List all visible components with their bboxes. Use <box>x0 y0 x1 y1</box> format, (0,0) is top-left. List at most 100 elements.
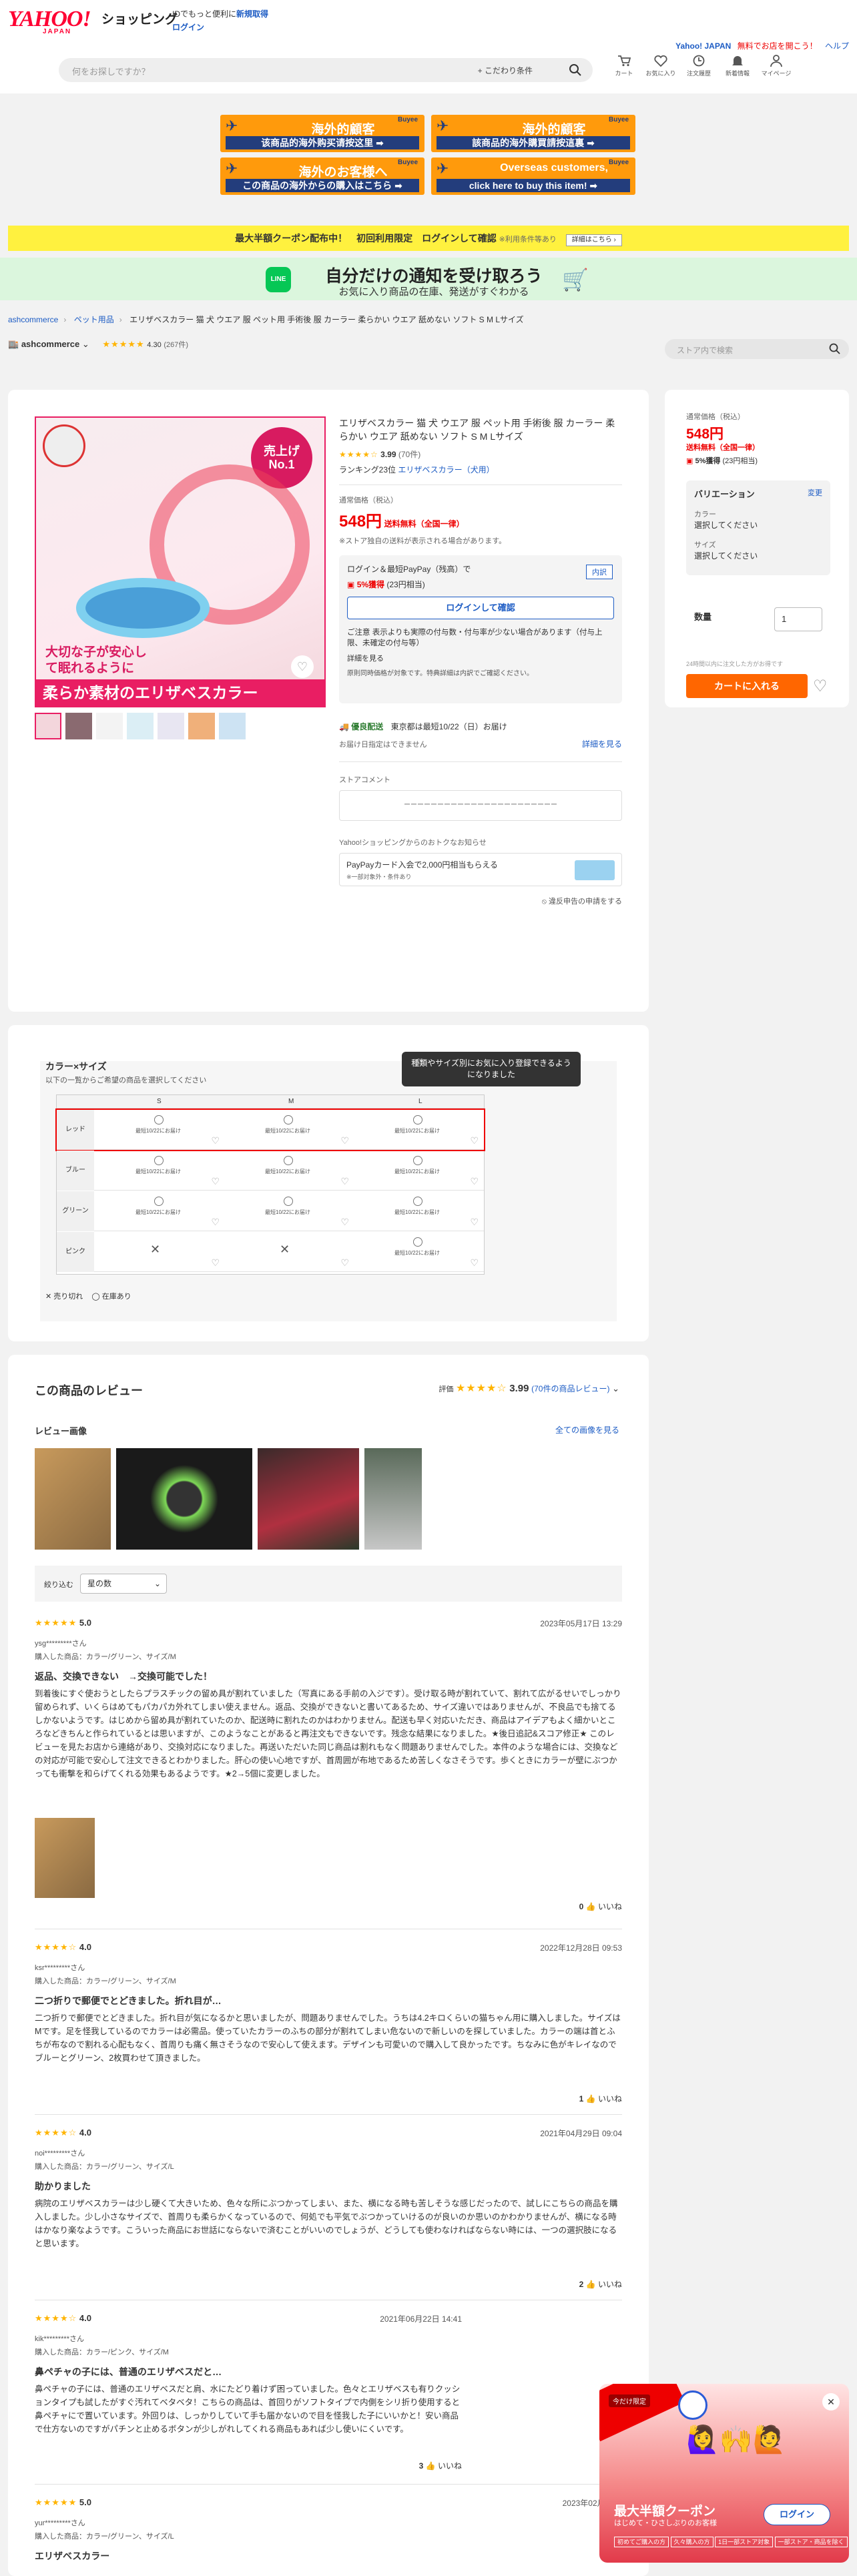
popup-login-button[interactable]: ログイン <box>764 2504 830 2525</box>
variation-cell[interactable]: 最短10/22にお届け ♡ <box>226 1151 353 1191</box>
thumbnail-4[interactable] <box>127 713 154 739</box>
heart-icon[interactable]: ♡ <box>211 1135 220 1147</box>
thumbnail-3[interactable] <box>96 713 123 739</box>
delivery-more-link[interactable]: 詳細を見る <box>582 738 622 749</box>
ranking-category-link[interactable]: エリザベスカラー（犬用） <box>398 465 494 474</box>
favorite-heart-icon[interactable]: ♡ <box>813 677 828 696</box>
heart-icon[interactable]: ♡ <box>211 1176 220 1187</box>
buyee-banner-cn-simplified[interactable]: ✈ Buyee 海外的顧客 该商品的海外购买请按这里 ➡ <box>220 115 424 152</box>
buyee-banner-cn-traditional[interactable]: ✈ Buyee 海外的顧客 該商品的海外購買請按這裏 ➡ <box>431 115 635 152</box>
heart-icon[interactable]: ♡ <box>470 1257 479 1269</box>
radio-button[interactable] <box>413 1197 422 1206</box>
all-images-link[interactable]: 全ての画像を見る <box>555 1424 619 1435</box>
variation-cell[interactable]: ✕ ♡ <box>97 1232 224 1272</box>
heart-icon[interactable]: ♡ <box>211 1257 220 1269</box>
buyee-banner-jp[interactable]: ✈ Buyee 海外のお客様へ この商品の海外からの購入はこちら ➡ <box>220 157 424 195</box>
search-icon[interactable] <box>829 343 841 357</box>
close-icon[interactable]: ✕ <box>822 2393 840 2410</box>
radio-button[interactable] <box>154 1115 164 1124</box>
radio-button[interactable] <box>284 1115 293 1124</box>
color-select[interactable]: 選択してください <box>694 519 758 531</box>
points-detail-button[interactable]: 内訳 <box>586 565 613 579</box>
heart-icon[interactable]: ♡ <box>340 1176 349 1187</box>
heart-icon[interactable]: ♡ <box>470 1217 479 1228</box>
product-main-image[interactable]: 売上げ No.1 大切な子が安心して眠れるように 柔らか素材のエリザベスカラー … <box>35 416 326 707</box>
history-nav[interactable]: 注文履歴 <box>682 55 716 77</box>
news-nav[interactable]: 新着情報 <box>721 55 754 77</box>
search-icon[interactable] <box>569 63 582 79</box>
cart-nav[interactable]: カート <box>607 55 641 77</box>
variation-cell[interactable]: 最短10/22にお届け ♡ <box>226 1110 353 1150</box>
breadcrumb-category[interactable]: ペット用品 <box>74 315 114 324</box>
thumbnail-2[interactable] <box>65 713 92 739</box>
variation-cell[interactable]: 最短10/22にお届け ♡ <box>356 1110 483 1150</box>
login-link[interactable]: ログイン <box>172 23 204 32</box>
thumbnail-6[interactable] <box>188 713 215 739</box>
coupon-bar[interactable]: 最大半額クーポン配布中！ 初回利用限定 ログインして確認 ※利用条件等あり 詳細… <box>8 226 849 251</box>
radio-button[interactable] <box>284 1156 293 1165</box>
filter-button[interactable]: + こだわり条件 <box>478 65 533 76</box>
radio-button[interactable] <box>413 1237 422 1247</box>
variation-cell[interactable]: 最短10/22にお届け ♡ <box>356 1232 483 1272</box>
review-image-1[interactable] <box>35 1448 111 1550</box>
favorite-heart-icon[interactable]: ♡ <box>291 655 314 678</box>
like-button[interactable]: 0 👍 いいね <box>579 1901 622 1912</box>
like-button[interactable]: 3 👍 いいね <box>419 2460 462 2471</box>
radio-button[interactable] <box>413 1156 422 1165</box>
search-bar[interactable]: 何をお探しですか？ + こだわり条件 <box>59 58 593 82</box>
store-search[interactable]: ストア内で検索 <box>665 339 849 359</box>
thumbnail-7[interactable] <box>219 713 246 739</box>
report-link[interactable]: ⦸ 違反申告の申請をする <box>339 896 622 906</box>
size-select[interactable]: 選択してください <box>694 550 758 561</box>
heart-icon[interactable]: ♡ <box>470 1176 479 1187</box>
reviews-summary[interactable]: 評価 ★★★★☆ 3.99 (70件の商品レビュー) ⌄ <box>439 1381 619 1395</box>
radio-button[interactable] <box>154 1156 164 1165</box>
radio-button[interactable] <box>413 1115 422 1124</box>
store-name[interactable]: ashcommerce <box>21 339 79 349</box>
variation-cell[interactable]: 最短10/22にお届け ♡ <box>226 1191 353 1231</box>
register-link[interactable]: 新規取得 <box>236 9 268 19</box>
radio-button[interactable] <box>284 1197 293 1206</box>
quantity-input[interactable]: 1 <box>774 607 822 631</box>
variation-cell[interactable]: 最短10/22にお届け ♡ <box>356 1191 483 1231</box>
heart-icon[interactable]: ♡ <box>340 1257 349 1269</box>
review-image-2[interactable] <box>116 1448 252 1550</box>
sort-select[interactable]: 星の数 ⌄ <box>80 1574 167 1594</box>
yahoo-logo[interactable]: YAHOO! JAPAN <box>8 7 91 35</box>
radio-button[interactable] <box>154 1197 164 1206</box>
like-button[interactable]: 2 👍 いいね <box>579 2278 622 2290</box>
coupon-popup[interactable]: 今だけ限定 ✕ 🙋‍♀️🙌🙋 最大半額クーポン はじめて・ひさしぶりのお客様 ロ… <box>599 2384 849 2563</box>
thumbnail-1[interactable] <box>35 713 61 739</box>
variation-change-link[interactable]: 変更 <box>808 487 822 498</box>
variation-cell[interactable]: 最短10/22にお届け ♡ <box>356 1151 483 1191</box>
review-image-4[interactable] <box>364 1448 422 1550</box>
variation-cell[interactable]: 最短10/22にお届け ♡ <box>97 1151 224 1191</box>
variation-box[interactable]: バリエーション 変更 カラー 選択してください サイズ 選択してください <box>686 480 830 575</box>
login-confirm-button[interactable]: ログインして確認 <box>347 597 614 619</box>
help-link[interactable]: ヘルプ <box>825 41 849 51</box>
search-input[interactable]: 何をお探しですか？ <box>72 65 150 77</box>
add-to-cart-button[interactable]: カートに入れる <box>686 674 808 698</box>
variation-cell[interactable]: 最短10/22にお届け ♡ <box>97 1191 224 1231</box>
like-button[interactable]: 1 👍 いいね <box>579 2093 622 2104</box>
favorites-nav[interactable]: お気に入り <box>644 55 677 77</box>
heart-icon[interactable]: ♡ <box>340 1217 349 1228</box>
mypage-nav[interactable]: マイページ <box>760 55 793 77</box>
review-photo[interactable] <box>35 1818 95 1898</box>
variation-cell[interactable]: ✕ ♡ <box>226 1232 353 1272</box>
points-detail-link[interactable]: 詳細を見る <box>347 653 614 663</box>
line-notification-bar[interactable]: LINE 自分だけの通知を受け取ろう お気に入り商品の在庫、発送がすぐわかる 🛒 <box>0 258 857 300</box>
yahoo-japan-link[interactable]: Yahoo! JAPAN <box>675 41 731 51</box>
store-search-input[interactable]: ストア内で検索 <box>677 344 733 356</box>
coupon-detail-button[interactable]: 詳細はこちら › <box>565 234 622 246</box>
open-store-link[interactable]: 無料でお店を開こう！ <box>738 41 818 51</box>
heart-icon[interactable]: ♡ <box>211 1217 220 1228</box>
reviews-count-link[interactable]: (70件の商品レビュー) <box>531 1384 609 1393</box>
buyee-banner-en[interactable]: ✈ Buyee Overseas customers, click here to b… <box>431 157 635 195</box>
review-image-3[interactable] <box>258 1448 359 1550</box>
paypay-card-deal[interactable]: PayPayカード入会で2,000円相当もらえる ※一部対象外・条件あり <box>339 853 622 886</box>
breadcrumb-store[interactable]: ashcommerce <box>8 315 58 324</box>
variation-cell[interactable]: 最短10/22にお届け ♡ <box>97 1110 224 1150</box>
rating-count-link[interactable]: (70件) <box>398 450 420 459</box>
shopping-title[interactable]: ショッピング <box>101 9 178 27</box>
